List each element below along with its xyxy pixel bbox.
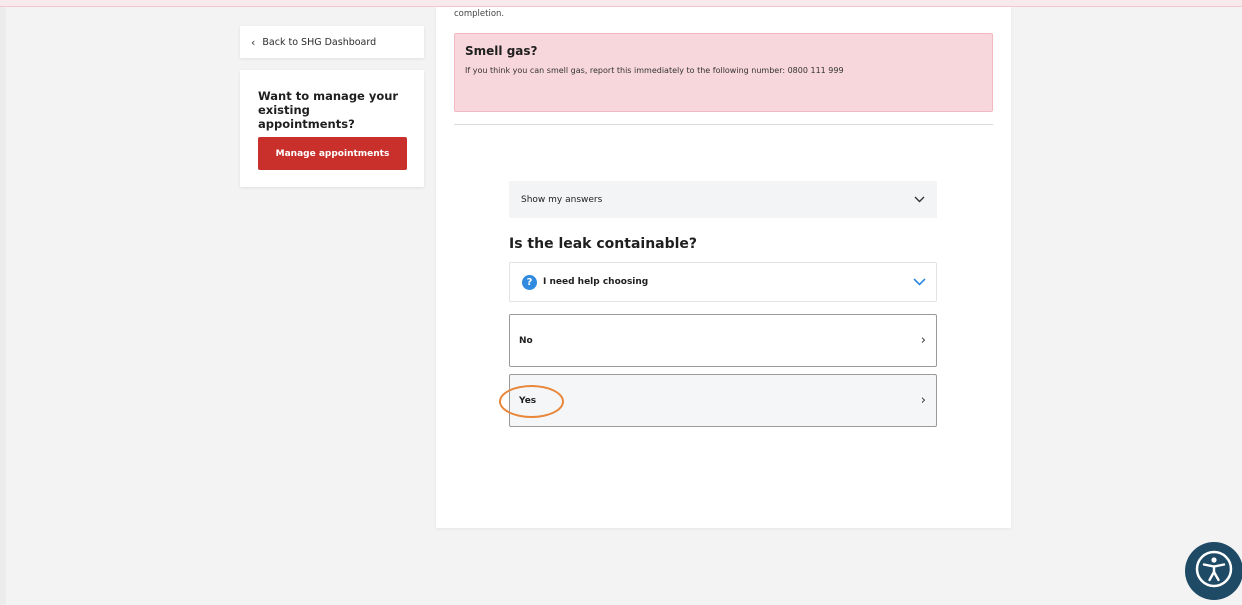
question-circle-icon: ? — [522, 274, 537, 290]
manage-heading: Want to manage your existing appointment… — [258, 89, 399, 131]
section-divider — [454, 124, 993, 125]
answer-option-no[interactable]: No › — [509, 314, 937, 367]
back-link-label: Back to SHG Dashboard — [262, 36, 377, 48]
option-label: No — [519, 335, 533, 346]
chevron-down-icon — [913, 273, 926, 291]
completion-text: completion. — [454, 9, 505, 19]
question-heading: Is the leak containable? — [509, 236, 698, 252]
back-to-dashboard-link[interactable]: ‹ Back to SHG Dashboard — [240, 26, 424, 58]
manage-appointments-button[interactable]: Manage appointments — [258, 137, 407, 170]
main-panel: completion. Smell gas? If you think you … — [436, 7, 1011, 528]
accessibility-icon — [1194, 549, 1234, 594]
left-edge-strip — [0, 7, 6, 605]
show-my-answers-accordion[interactable]: Show my answers — [509, 181, 937, 218]
chevron-right-icon: › — [920, 393, 926, 408]
gas-alert-message: If you think you can smell gas, report t… — [465, 66, 844, 75]
chevron-right-icon: › — [920, 333, 926, 348]
gas-alert-title: Smell gas? — [465, 44, 538, 58]
chevron-left-icon: ‹ — [251, 35, 256, 49]
show-answers-label: Show my answers — [521, 194, 603, 205]
manage-button-label: Manage appointments — [275, 148, 390, 159]
help-choosing-accordion[interactable]: ? I need help choosing — [509, 262, 937, 302]
top-banner-strip — [0, 0, 1242, 7]
chevron-down-icon — [914, 196, 925, 203]
answer-option-yes[interactable]: Yes › — [509, 374, 937, 427]
help-choosing-label: I need help choosing — [543, 277, 649, 287]
option-label: Yes — [519, 395, 537, 406]
gas-alert-box: Smell gas? If you think you can smell ga… — [454, 33, 993, 112]
accessibility-button[interactable] — [1185, 542, 1242, 600]
manage-appointments-card: Want to manage your existing appointment… — [240, 70, 424, 187]
